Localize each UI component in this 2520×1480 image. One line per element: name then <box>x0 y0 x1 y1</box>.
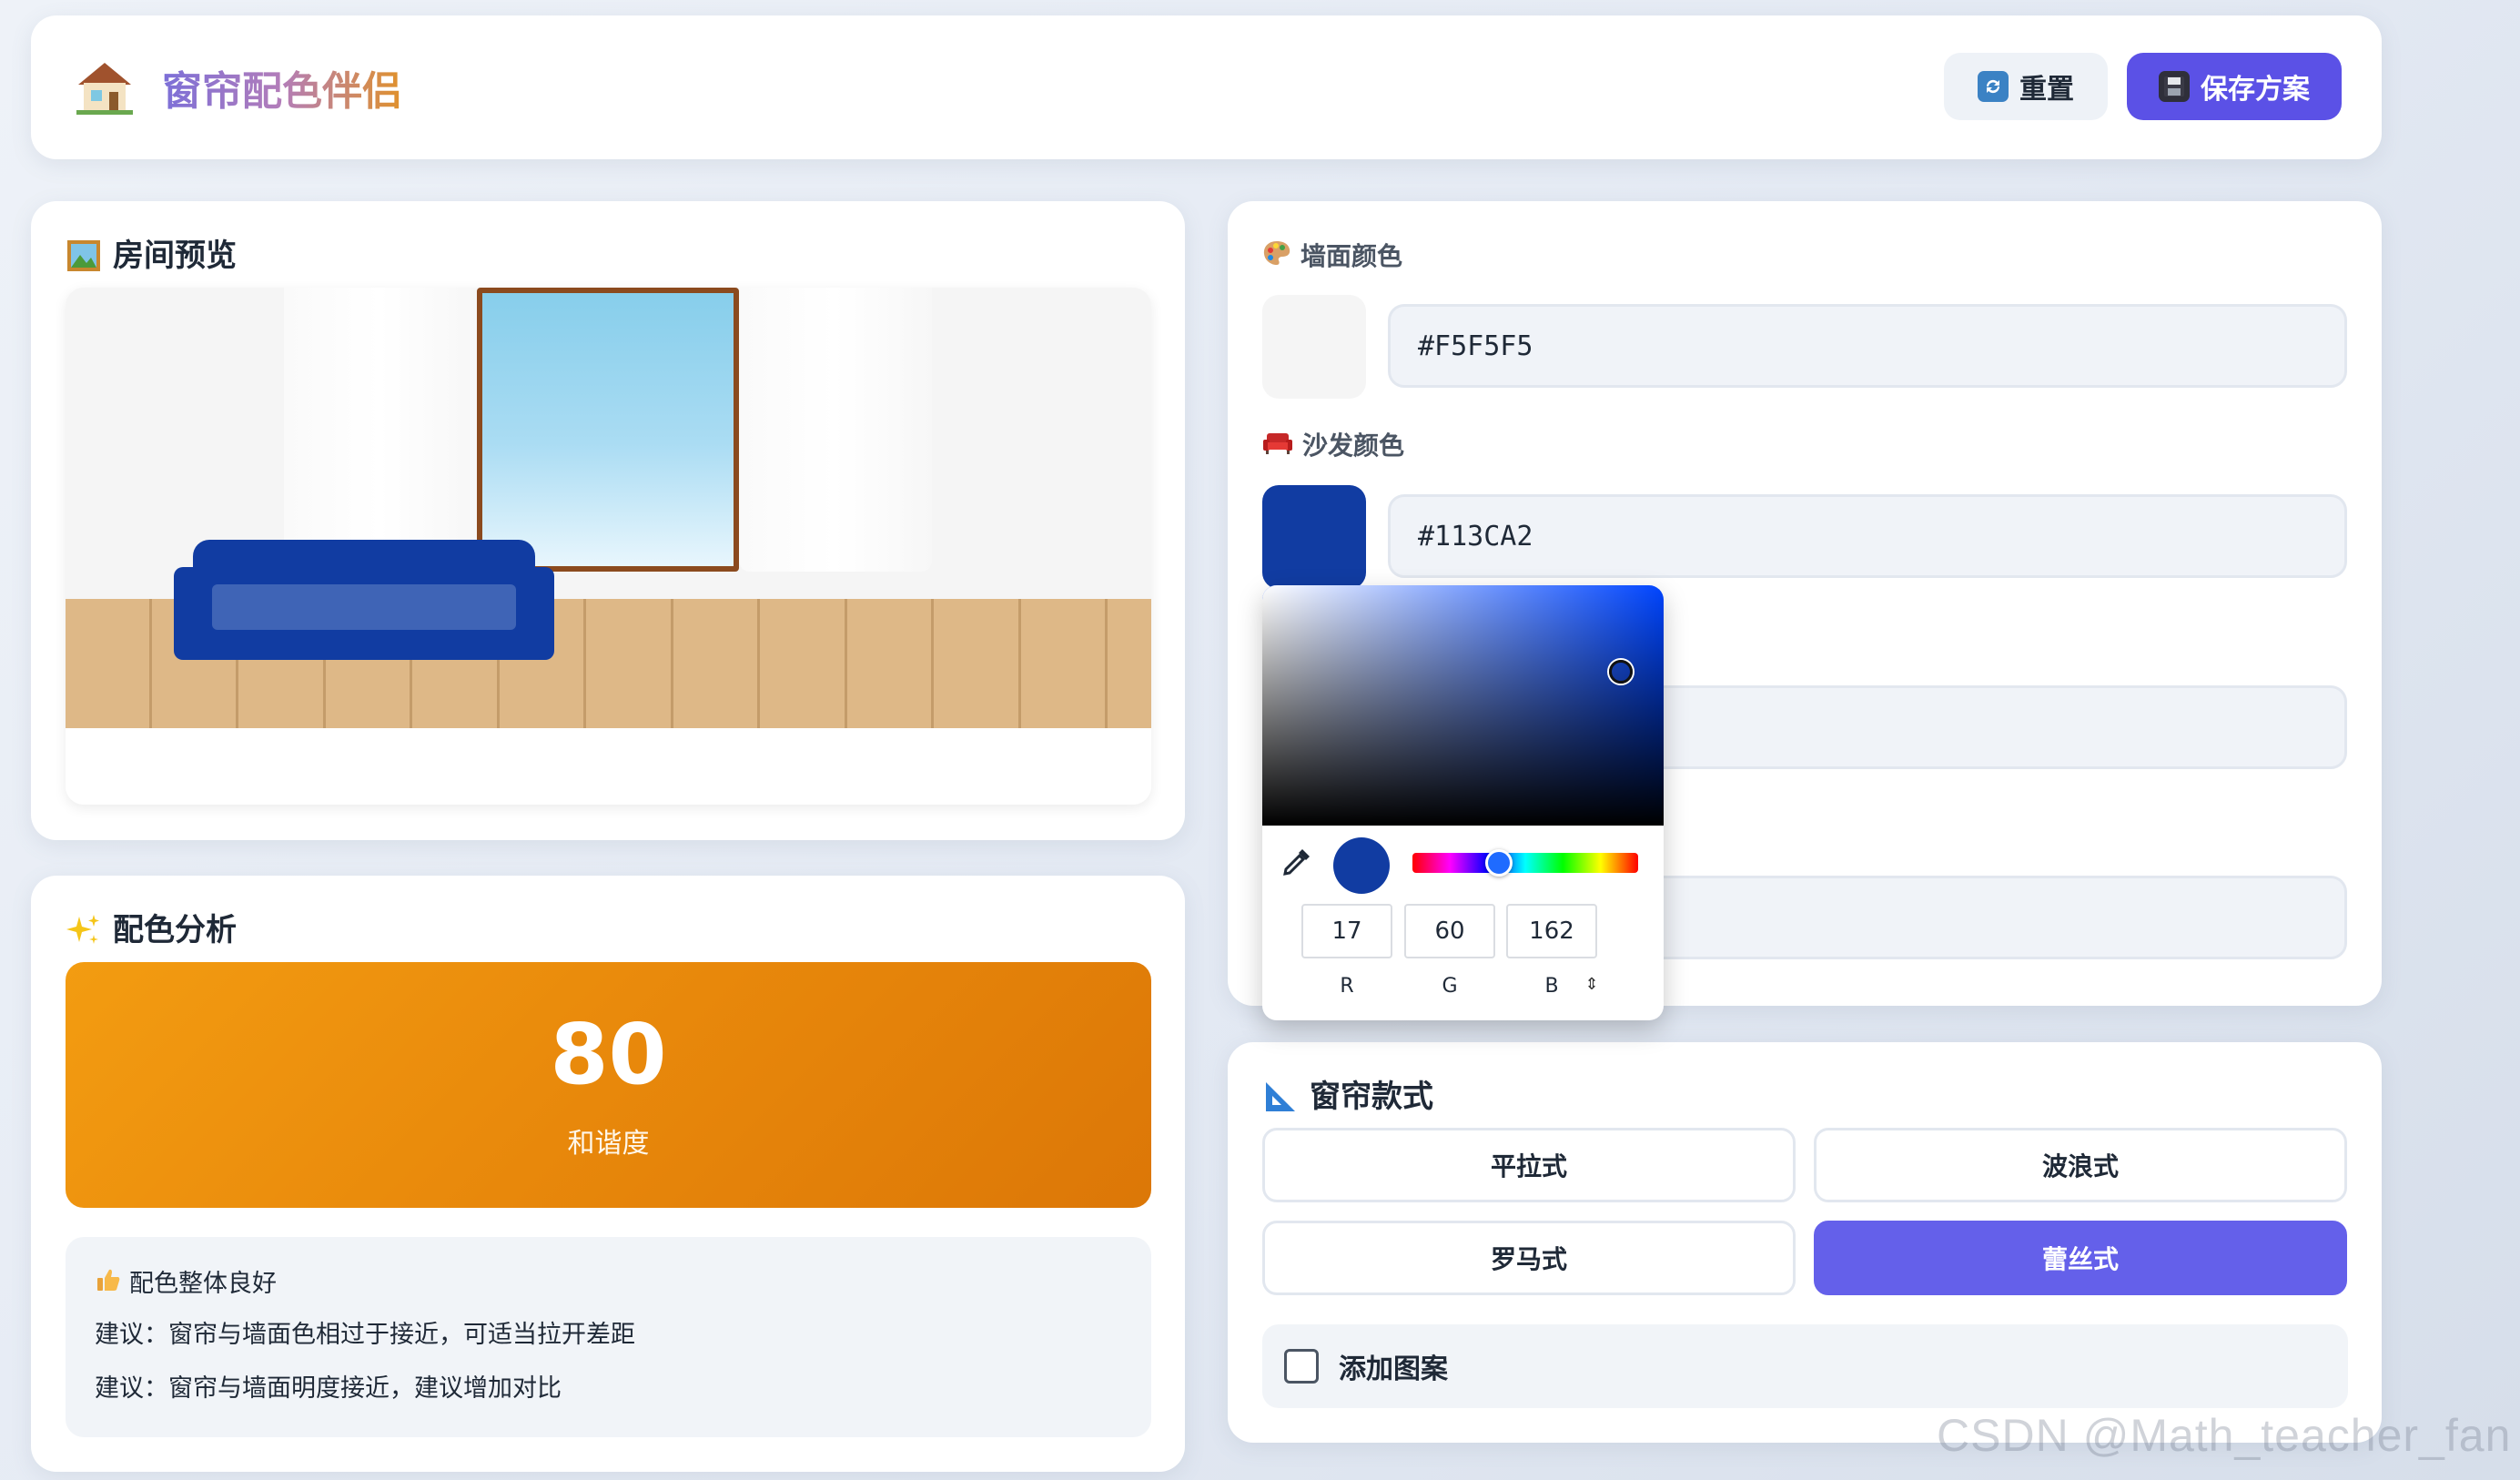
hue-slider[interactable] <box>1412 853 1638 873</box>
window <box>477 288 739 572</box>
current-color-preview <box>1333 837 1390 894</box>
room-preview-title: 房间预览 <box>113 238 237 274</box>
framed-picture-icon <box>66 238 102 274</box>
harmony-score-panel: 80 和谐度 <box>66 962 1151 1208</box>
suggestion-text: 建议：窗帘与墙面明度接近，建议增加对比 <box>95 1374 562 1403</box>
curtain-style-card: 窗帘款式 平拉式 波浪式 罗马式 蕾丝式 添加图案 <box>1228 1042 2382 1443</box>
add-pattern-label: 添加图案 <box>1339 1353 1448 1385</box>
scene-bottom <box>66 728 1151 805</box>
add-pattern-checkbox[interactable] <box>1284 1349 1319 1384</box>
red-input[interactable]: 17 <box>1301 904 1392 958</box>
color-analysis-heading: 配色分析 <box>66 912 237 948</box>
house-icon <box>76 63 133 115</box>
sofa-color-label: 沙发颜色 <box>1262 431 1404 461</box>
style-option-flat[interactable]: 平拉式 <box>1262 1128 1796 1202</box>
green-label: G <box>1442 975 1458 998</box>
wall-color-swatch[interactable] <box>1262 295 1366 399</box>
add-pattern-row[interactable]: 添加图案 <box>1262 1324 2348 1408</box>
curtain-style-heading: 窗帘款式 <box>1262 1079 1433 1115</box>
suggestions-panel: 配色整体良好 建议：窗帘与墙面色相过于接近，可适当拉开差距 建议：窗帘与墙面明度… <box>66 1237 1151 1437</box>
style-option-wave[interactable]: 波浪式 <box>1814 1128 2347 1202</box>
eyedropper-icon[interactable] <box>1280 846 1313 878</box>
harmony-score: 80 <box>550 1006 667 1103</box>
sparkles-icon <box>66 912 102 948</box>
floppy-disk-icon <box>2159 71 2190 102</box>
floor-plank <box>671 599 673 728</box>
floor-plank <box>757 599 760 728</box>
style-option-roman[interactable]: 罗马式 <box>1262 1221 1796 1295</box>
save-plan-button[interactable]: 保存方案 <box>2127 53 2342 120</box>
wall-color-label-text: 墙面颜色 <box>1300 241 1403 271</box>
reset-button[interactable]: 重置 <box>1944 53 2108 120</box>
suggestion-item: 配色整体良好 <box>95 1266 277 1302</box>
blue-input[interactable]: 162 <box>1506 904 1597 958</box>
sofa-color-label-text: 沙发颜色 <box>1302 431 1405 461</box>
color-analysis-title: 配色分析 <box>113 912 237 948</box>
sofa-cushion <box>212 584 516 630</box>
red-label: R <box>1340 975 1354 998</box>
save-plan-label: 保存方案 <box>2201 74 2310 106</box>
style-option-lace[interactable]: 蕾丝式 <box>1814 1221 2347 1295</box>
up-down-arrows-icon[interactable]: ⇕ <box>1581 971 1603 998</box>
curtain-right <box>739 288 932 572</box>
floor-plank <box>149 599 152 728</box>
triangle-ruler-icon <box>1262 1079 1299 1115</box>
palette-icon <box>1262 239 1291 274</box>
sofa-color-hex-input[interactable]: #113CA2 <box>1388 494 2347 578</box>
app-title: 窗帘配色伴侣 <box>162 68 402 115</box>
room-preview-card: 房间预览 <box>31 201 1185 840</box>
couch-icon <box>1262 431 1293 461</box>
saturation-value-area[interactable] <box>1262 585 1664 826</box>
saturation-value-handle[interactable] <box>1609 660 1633 684</box>
watermark: CSDN @Math_teacher_fan <box>1937 1410 2512 1461</box>
harmony-score-label: 和谐度 <box>567 1128 650 1160</box>
floor-plank <box>1018 599 1021 728</box>
suggestion-text: 建议：窗帘与墙面色相过于接近，可适当拉开差距 <box>95 1321 635 1349</box>
wall-color-label: 墙面颜色 <box>1262 239 1402 274</box>
floor-plank <box>845 599 847 728</box>
curtain-style-title: 窗帘款式 <box>1310 1079 1433 1115</box>
color-picker-popover: 17 60 162 R G B ⇕ <box>1262 585 1664 1020</box>
curtain-left <box>284 288 477 572</box>
room-preview-heading: 房间预览 <box>66 238 237 274</box>
thumbs-up-icon <box>95 1266 122 1302</box>
floor-plank <box>931 599 934 728</box>
app-header: 窗帘配色伴侣 重置 保存方案 <box>31 15 2382 159</box>
suggestion-item: 建议：窗帘与墙面明度接近，建议增加对比 <box>95 1374 562 1404</box>
refresh-icon <box>1978 71 2009 102</box>
room-scene <box>66 288 1151 805</box>
floor-plank <box>1105 599 1108 728</box>
reset-label: 重置 <box>2019 74 2074 106</box>
suggestion-text: 配色整体良好 <box>129 1269 277 1298</box>
suggestion-item: 建议：窗帘与墙面色相过于接近，可适当拉开差距 <box>95 1320 635 1351</box>
sofa-color-swatch[interactable] <box>1262 485 1366 589</box>
green-input[interactable]: 60 <box>1404 904 1495 958</box>
wall-color-hex-input[interactable]: #F5F5F5 <box>1388 304 2347 388</box>
floor-plank <box>583 599 586 728</box>
color-analysis-card: 配色分析 80 和谐度 配色整体良好 建议：窗帘与墙面色相过于接近，可适当拉开差… <box>31 876 1185 1472</box>
hue-slider-handle[interactable] <box>1485 849 1513 877</box>
